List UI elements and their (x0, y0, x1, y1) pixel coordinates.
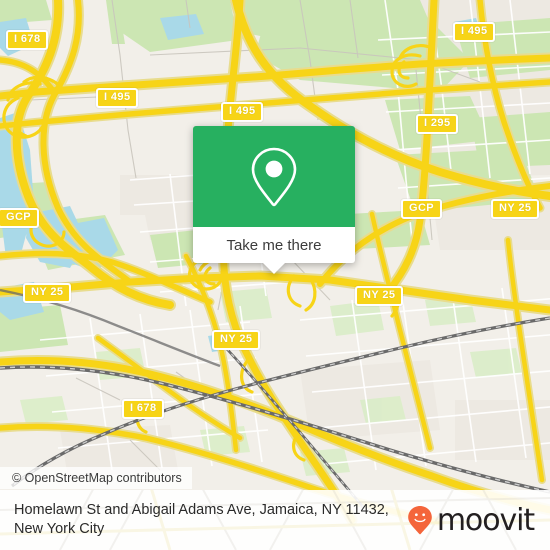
shield-gcp-w: GCP (0, 208, 40, 228)
shield-i-495-ne: I 495 (453, 22, 496, 42)
map-screenshot: I 678 I 495 I 495 I 495 I 295 GCP GCP NY… (0, 0, 550, 550)
moovit-brand[interactable]: moovit (406, 502, 535, 538)
shield-i-495-c: I 495 (221, 102, 264, 122)
shield-ny-25-e: NY 25 (355, 286, 404, 306)
map-canvas[interactable]: I 678 I 495 I 495 I 495 I 295 GCP GCP NY… (0, 0, 550, 550)
shield-gcp-e: GCP (401, 199, 443, 219)
shield-i-678-s: I 678 (122, 399, 165, 419)
moovit-pin-icon (408, 505, 432, 535)
shield-i-495-w: I 495 (96, 88, 139, 108)
popup-image-area (193, 126, 355, 227)
moovit-wordmark: moovit (436, 502, 535, 538)
take-me-there-button[interactable]: Take me there (193, 227, 355, 263)
shield-ny-25-ne: NY 25 (491, 199, 540, 219)
location-popup[interactable]: Take me there (193, 126, 355, 274)
shield-ny-25-w: NY 25 (23, 283, 72, 303)
popup-pointer-tail (263, 263, 285, 274)
map-pin-icon (251, 147, 297, 206)
shield-ny-25-s: NY 25 (212, 330, 261, 350)
footer-bar: Homelawn St and Abigail Adams Ave, Jamai… (0, 490, 550, 550)
location-title: Homelawn St and Abigail Adams Ave, Jamai… (14, 502, 389, 537)
shield-i-295: I 295 (416, 114, 459, 134)
osm-attribution[interactable]: © OpenStreetMap contributors (0, 467, 192, 489)
shield-i-678-nw: I 678 (6, 30, 49, 50)
